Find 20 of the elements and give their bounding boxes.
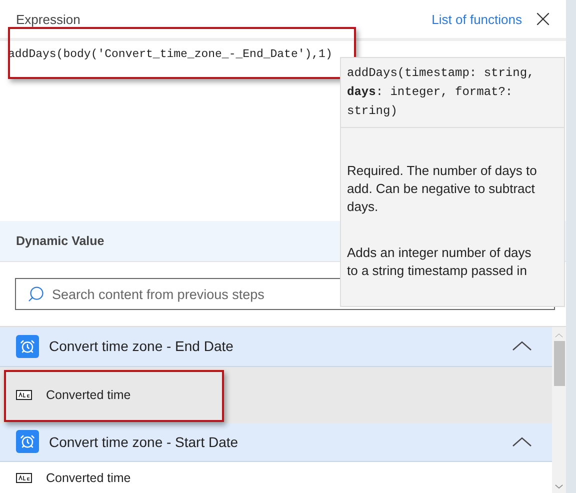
function-description: Adds an integer number of days to a string timestamp passed in <box>346 244 532 280</box>
alarm-clock-icon <box>16 334 39 358</box>
alarm-clock-icon <box>16 430 39 454</box>
parameter-description: Required. The number of days to add. Can be negative to subtract days. <box>346 162 538 216</box>
search-icon <box>27 285 45 303</box>
section-header[interactable]: Convert time zone - End Date <box>0 327 552 366</box>
caret-up-icon <box>555 333 563 338</box>
scrollbar[interactable] <box>552 327 566 493</box>
caret-down-icon <box>555 484 563 489</box>
scrollbar-thumb[interactable] <box>554 341 564 386</box>
section-header[interactable]: Convert time zone - Start Date <box>0 422 552 462</box>
text-type-icon <box>16 472 32 482</box>
function-signature: addDays(timestamp: string, days: integer, format?: string) <box>341 58 564 128</box>
chevron-up-icon <box>512 436 532 447</box>
list-of-functions-link[interactable]: List of functions <box>432 12 522 26</box>
chevron-up-icon <box>512 341 532 352</box>
list-item[interactable]: Converted time <box>0 366 552 422</box>
dynamic-value-title: Dynamic Value <box>16 234 104 248</box>
text-type-icon <box>16 390 32 400</box>
panel-title: Expression <box>16 12 82 26</box>
